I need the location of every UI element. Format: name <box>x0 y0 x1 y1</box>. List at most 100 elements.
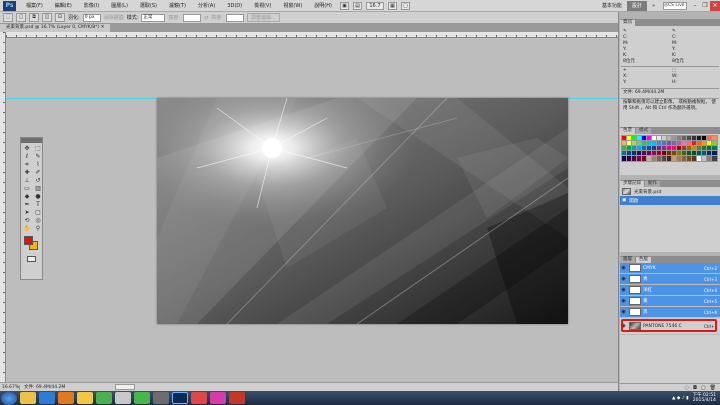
cs-live-button[interactable]: ◎ CS Live <box>663 1 687 10</box>
style-select[interactable]: 正常 <box>141 13 166 22</box>
menu-edit[interactable]: 編輯(E) <box>49 2 78 9</box>
photoshop-taskbar-icon[interactable] <box>172 392 188 404</box>
document-tab[interactable]: 光束背景.psd @ 16.7% (Layer 0, CMYK/8*) ✕ <box>0 24 111 32</box>
media-icon[interactable] <box>115 392 131 404</box>
app-icon[interactable] <box>153 392 169 404</box>
restore-icon[interactable]: ❐ <box>700 1 710 11</box>
eraser-tool-icon[interactable]: ▭ <box>22 185 32 192</box>
foreground-color[interactable] <box>24 236 33 245</box>
channel-row-cmyk[interactable]: ◉ CMYK Ctrl+2 <box>620 263 720 274</box>
clock[interactable]: 下午 02:51 2015/4/14 <box>689 393 720 404</box>
indesign-icon[interactable] <box>210 392 226 404</box>
tab-swatches[interactable]: 色票 <box>620 128 635 134</box>
history-item[interactable]: ▣ 開啟 <box>620 196 720 205</box>
history-brush-icon[interactable]: ↺ <box>33 177 43 184</box>
workspace-design[interactable]: 設計 <box>626 0 647 11</box>
menu-filter[interactable]: 濾鏡(T) <box>163 2 192 9</box>
healing-tool-icon[interactable]: ✚ <box>22 169 32 176</box>
lasso-tool-icon[interactable]: ℓ <box>22 153 32 160</box>
crop-tool-icon[interactable]: ⌗ <box>22 161 32 168</box>
subtract-selection-icon[interactable]: ◫ <box>42 13 52 22</box>
tray-icons[interactable]: ▲ ◆ ♪ ▮ <box>672 396 689 401</box>
color-swatches[interactable] <box>21 234 42 254</box>
dodge-tool-icon[interactable]: ● <box>33 193 43 200</box>
hand-tool-icon[interactable]: ✋ <box>22 225 32 232</box>
swatch-cell[interactable] <box>711 155 718 162</box>
canvas-area[interactable] <box>6 38 618 382</box>
zoom-tool-icon[interactable]: ⚲ <box>33 225 43 232</box>
height-input[interactable] <box>225 13 244 22</box>
menu-image[interactable]: 影像(I) <box>78 2 105 9</box>
channel-row-cyan[interactable]: ◉ 青 Ctrl+3 <box>620 274 720 285</box>
new-selection-icon[interactable]: ▢ <box>16 13 26 22</box>
document-artwork[interactable] <box>157 98 568 324</box>
blur-tool-icon[interactable]: ◆ <box>22 193 32 200</box>
menu-window[interactable]: 視窗(W) <box>277 2 308 9</box>
load-selection-icon[interactable]: ◌ <box>685 385 689 391</box>
menu-analysis[interactable]: 分析(A) <box>192 2 221 9</box>
minimize-icon[interactable]: – <box>690 1 700 11</box>
shape-tool-icon[interactable]: ▢ <box>33 209 43 216</box>
quick-mask-icon[interactable] <box>27 256 36 262</box>
channel-row-pantone[interactable]: ◉ PANTONE 7546 C Ctrl+7 <box>620 318 720 335</box>
visibility-icon[interactable]: ◉ <box>620 276 627 282</box>
ie-icon[interactable] <box>39 392 55 404</box>
3d-rotate-icon[interactable]: ⟲ <box>22 217 32 224</box>
close-icon[interactable]: ✕ <box>710 0 720 11</box>
pen-tool-icon[interactable]: ✒ <box>22 201 32 208</box>
intersect-selection-icon[interactable]: ⊡ <box>55 13 65 22</box>
feather-input[interactable]: 0 px <box>82 13 101 22</box>
swap-icon[interactable]: ⇄ <box>204 15 208 21</box>
eyedropper-tool-icon[interactable]: ⌇ <box>33 161 43 168</box>
visibility-icon[interactable]: ◉ <box>620 309 627 315</box>
path-select-icon[interactable]: ➤ <box>22 209 32 216</box>
line-icon[interactable] <box>134 392 150 404</box>
stamp-tool-icon[interactable]: ⊥ <box>22 177 32 184</box>
tab-styles[interactable]: 樣式 <box>636 128 651 134</box>
quick-select-tool-icon[interactable]: ✎ <box>33 153 43 160</box>
channel-row-magenta[interactable]: ◉ 洋紅 Ctrl+4 <box>620 285 720 296</box>
add-selection-icon[interactable]: ⧉ <box>29 13 39 22</box>
app2-icon[interactable] <box>229 392 245 404</box>
menu-3d[interactable]: 3D(D) <box>221 3 248 9</box>
move-tool-icon[interactable]: ✥ <box>22 145 32 152</box>
width-input[interactable] <box>183 13 202 22</box>
zoom-readout[interactable]: 16.67% <box>0 384 20 390</box>
marquee-preset-icon[interactable]: ⬚ <box>3 13 13 22</box>
new-channel-icon[interactable]: ▢ <box>701 385 706 391</box>
doc-size-readout[interactable]: 文件: 69.4M/44.2M <box>20 384 65 390</box>
swatch-grid[interactable] <box>621 135 718 162</box>
acrobat-icon[interactable] <box>191 392 207 404</box>
menu-layer[interactable]: 圖層(L) <box>105 2 134 9</box>
channel-row-yellow[interactable]: ◉ 黃 Ctrl+5 <box>620 296 720 307</box>
visibility-icon[interactable]: ◉ <box>620 287 627 293</box>
menu-file[interactable]: 檔案(F) <box>20 2 49 9</box>
trash-icon[interactable]: 🗑 <box>710 385 716 391</box>
workspace-more-icon[interactable]: » <box>647 3 660 9</box>
start-button[interactable] <box>1 391 17 405</box>
explorer-icon[interactable] <box>20 392 36 404</box>
type-tool-icon[interactable]: T <box>33 201 43 208</box>
history-snapshot[interactable]: 光束背景.psd <box>620 187 720 196</box>
arrange-documents-icon[interactable]: ▦ <box>387 1 397 10</box>
ai-icon[interactable] <box>58 392 74 404</box>
save-selection-icon[interactable]: ◘ <box>693 385 697 391</box>
visibility-icon[interactable]: ◉ <box>620 265 627 271</box>
folder-icon[interactable] <box>77 392 93 404</box>
visibility-icon[interactable]: ◉ <box>620 298 627 304</box>
brush-tool-icon[interactable]: ✐ <box>33 169 43 176</box>
minibridge-icon[interactable]: ▤ <box>352 1 362 10</box>
workspace-essentials[interactable]: 基本功能 <box>597 2 627 9</box>
3d-camera-icon[interactable]: ◎ <box>33 217 43 224</box>
horizontal-scrollbar[interactable] <box>115 384 136 390</box>
bridge-icon[interactable]: ▣ <box>339 1 349 10</box>
refine-edge-button[interactable]: 調整邊緣... <box>246 13 280 22</box>
channel-row-black[interactable]: ◉ 黑 Ctrl+6 <box>620 307 720 318</box>
antialias-checkbox[interactable]: 消除鋸齒 <box>104 14 124 21</box>
menu-view[interactable]: 檢視(V) <box>248 2 277 9</box>
menu-help[interactable]: 說明(H) <box>308 2 338 9</box>
zoom-level-field[interactable]: 16.7 <box>365 1 384 10</box>
screen-mode-icon[interactable]: ▢ <box>400 1 410 10</box>
chrome-icon[interactable] <box>96 392 112 404</box>
marquee-tool-icon[interactable]: ⬚ <box>33 145 43 152</box>
